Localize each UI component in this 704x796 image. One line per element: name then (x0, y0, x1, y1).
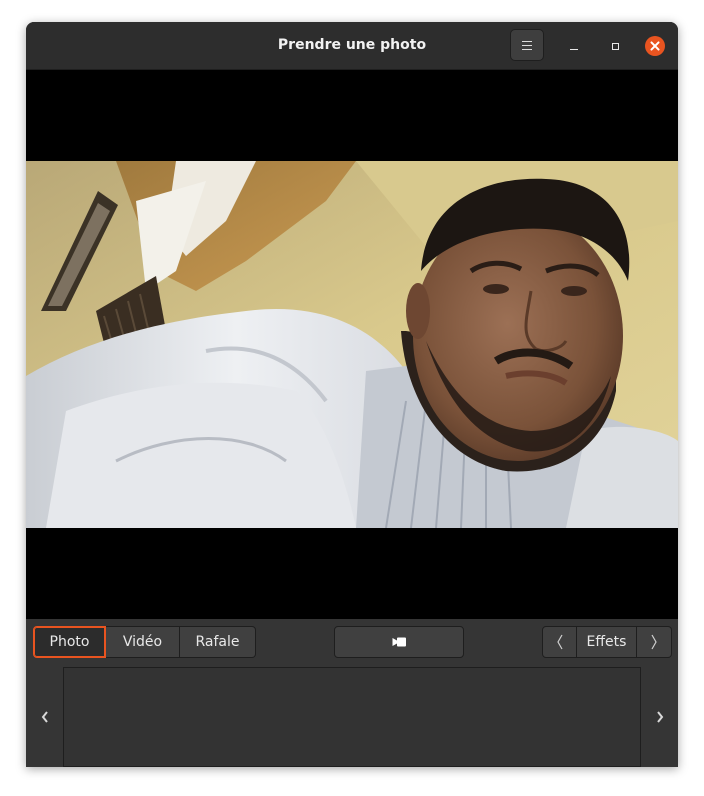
burst-mode-button[interactable]: Rafale (180, 626, 256, 658)
effects-next-button[interactable] (637, 626, 672, 658)
chevron-left-icon (41, 711, 48, 723)
headerbar: Prendre une photo (26, 22, 678, 70)
chevron-left-icon (556, 634, 563, 650)
effects-group: Effets (542, 626, 672, 658)
close-icon (650, 41, 660, 51)
chevron-right-icon (656, 711, 663, 723)
chevron-right-icon (651, 634, 657, 650)
effects-prev-button[interactable] (542, 626, 577, 658)
gallery-next-button[interactable] (641, 667, 678, 767)
photo-mode-button[interactable]: Photo (33, 626, 106, 658)
gallery-prev-button[interactable] (26, 667, 63, 767)
hamburger-menu-icon (522, 41, 532, 50)
video-mode-button[interactable]: Vidéo (106, 626, 180, 658)
app-window: Prendre une photo Photo Vidéo Rafale Eff… (26, 22, 678, 767)
camera-viewport (26, 70, 678, 619)
capture-mode-group: Photo Vidéo Rafale (33, 626, 256, 658)
maximize-icon (611, 42, 619, 50)
video-camera-icon (392, 637, 406, 647)
controls-bar: Photo Vidéo Rafale Effets (26, 619, 678, 767)
close-button[interactable] (645, 36, 665, 56)
minimize-icon (570, 48, 578, 50)
capture-button[interactable] (334, 626, 464, 658)
effects-button[interactable]: Effets (577, 626, 637, 658)
minimize-button[interactable] (564, 36, 584, 56)
camera-feed-image (26, 161, 678, 528)
thumbnail-gallery[interactable] (63, 667, 641, 767)
maximize-button[interactable] (605, 36, 625, 56)
main-menu-button[interactable] (510, 29, 544, 61)
